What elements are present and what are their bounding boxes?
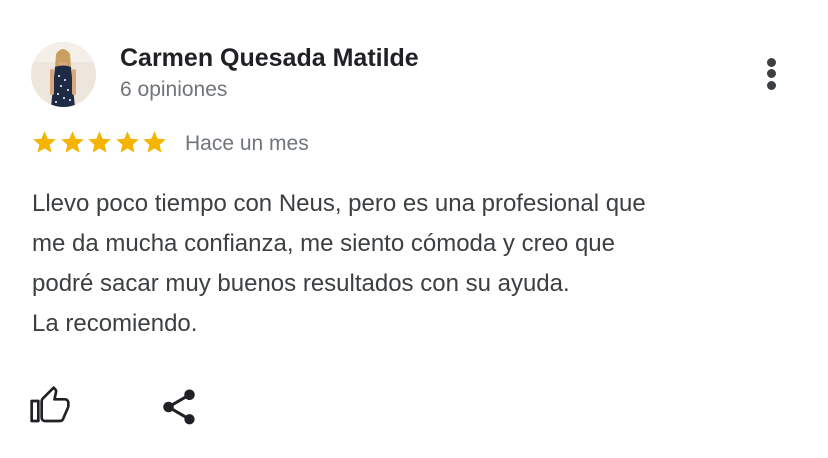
author-name[interactable]: Carmen Quesada Matilde xyxy=(120,42,419,74)
thumb-up-icon xyxy=(30,386,70,423)
star-rating xyxy=(31,129,169,157)
star-icon xyxy=(88,131,111,153)
review-text: Llevo poco tiempo con Neus, pero es una … xyxy=(32,190,646,337)
avatar[interactable] xyxy=(31,42,96,107)
star-icon xyxy=(115,131,139,153)
author-review-count: 6 opiniones xyxy=(120,78,228,101)
star-icon xyxy=(60,131,84,153)
more-options-button[interactable] xyxy=(752,54,792,94)
star-icon xyxy=(143,131,166,153)
like-button[interactable] xyxy=(30,386,74,426)
review-date: Hace un mes xyxy=(185,132,309,155)
share-button[interactable] xyxy=(158,386,202,430)
avatar-photo xyxy=(31,42,96,107)
star-icon xyxy=(33,131,56,153)
review-card: Carmen Quesada Matilde 6 opiniones Hace … xyxy=(0,0,828,458)
share-icon xyxy=(163,389,195,425)
